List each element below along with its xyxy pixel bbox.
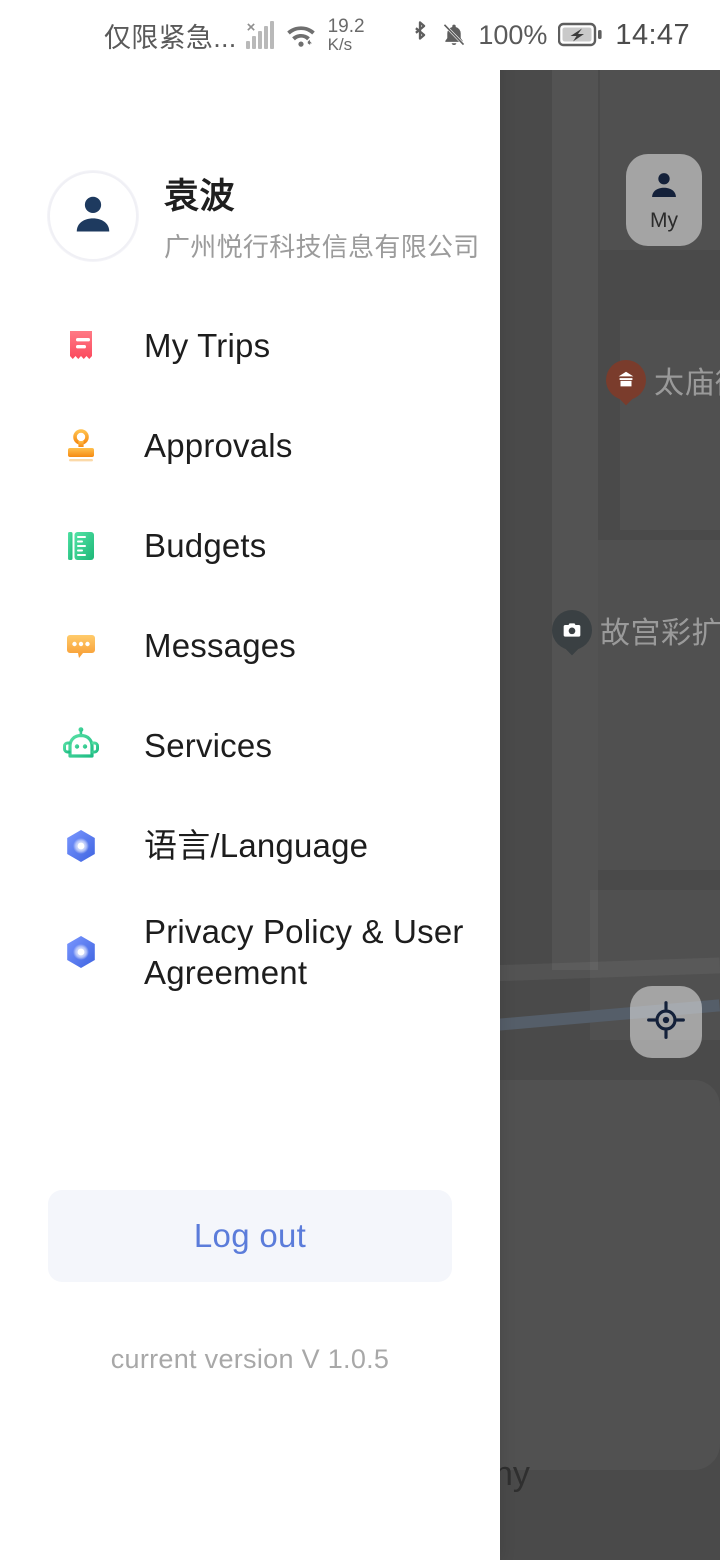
- drawer-menu: My Trips Approvals Budgets Messages Serv…: [0, 296, 500, 1008]
- menu-item-label: My Trips: [144, 327, 271, 365]
- wifi-icon: [285, 22, 317, 48]
- profile-header[interactable]: 袁波 广州悦行科技信息有限公司: [0, 156, 500, 276]
- menu-item-budgets[interactable]: Budgets: [0, 496, 500, 596]
- map-poi-temple[interactable]: 太庙街: [606, 358, 720, 406]
- menu-item-messages[interactable]: Messages: [0, 596, 500, 696]
- map-poi-camera[interactable]: 故宫彩扩部: [552, 608, 720, 656]
- bluetooth-icon: [410, 20, 430, 50]
- temple-pin-icon: [606, 360, 646, 406]
- hexagon-globe-icon: [58, 823, 104, 869]
- map-locate-button[interactable]: [630, 986, 702, 1058]
- crosshair-locate-icon: [646, 1000, 686, 1045]
- camera-pin-icon: [552, 610, 592, 656]
- battery-percent-label: 100%: [478, 19, 548, 50]
- menu-item-approvals[interactable]: Approvals: [0, 396, 500, 496]
- map-road: [552, 70, 598, 970]
- map-my-button-label: My: [650, 208, 678, 232]
- menu-item-label: Services: [144, 727, 273, 765]
- network-speed-unit: K/s: [327, 35, 353, 54]
- signal-bars-no-service-icon: ×: [245, 19, 276, 49]
- profile-company: 广州悦行科技信息有限公司: [164, 232, 480, 262]
- menu-item-label: Budgets: [144, 527, 267, 565]
- navigation-drawer: 袁波 广州悦行科技信息有限公司 My Trips Approvals Budge…: [0, 0, 500, 1560]
- profile-text: 袁波 广州悦行科技信息有限公司: [164, 168, 480, 264]
- stamp-icon: [58, 423, 104, 469]
- hexagon-globe-icon: [58, 929, 104, 975]
- person-icon: [647, 168, 681, 207]
- menu-item-my-trips[interactable]: My Trips: [0, 296, 500, 396]
- map-block: [620, 320, 720, 530]
- phone-screen: 太庙街 故宫彩扩部 My: [0, 0, 720, 1560]
- logout-button[interactable]: Log out: [48, 1190, 452, 1282]
- profile-name: 袁波: [164, 177, 236, 216]
- menu-item-services[interactable]: Services: [0, 696, 500, 796]
- chat-bubble-icon: [58, 623, 104, 669]
- status-bar-right: 100% 14:47: [410, 19, 690, 52]
- person-avatar-icon: [68, 189, 118, 244]
- menu-item-privacy-policy[interactable]: Privacy Policy & User Agreement: [0, 896, 500, 1008]
- network-speed-indicator: 19.2 K/s: [328, 17, 365, 53]
- map-my-button[interactable]: My: [626, 154, 702, 246]
- menu-item-label: Messages: [144, 627, 297, 665]
- network-speed-value: 19.2: [327, 16, 365, 37]
- map-poi-label: 故宫彩扩部: [600, 617, 720, 650]
- ruler-notebook-icon: [58, 523, 104, 569]
- avatar[interactable]: [48, 171, 138, 261]
- clock-label: 14:47: [615, 18, 690, 51]
- menu-item-label: 语言/Language: [144, 827, 369, 865]
- bell-muted-icon: [441, 21, 467, 49]
- app-version-text: current version V 1.0.5: [110, 1344, 390, 1374]
- map-poi-label: 太庙街: [654, 367, 720, 400]
- carrier-label: 仅限紧急...: [104, 22, 237, 53]
- status-bar-left: 仅限紧急... × 19.2 K/s: [104, 16, 365, 55]
- robot-icon: [58, 723, 104, 769]
- menu-item-language[interactable]: 语言/Language: [0, 796, 500, 896]
- menu-item-label: Approvals: [144, 427, 293, 465]
- status-bar: 仅限紧急... × 19.2 K/s 100% 14:47: [0, 0, 720, 70]
- menu-item-label: Privacy Policy & User Agreement: [144, 912, 464, 991]
- battery-charging-icon: [558, 22, 604, 48]
- receipt-icon: [58, 323, 104, 369]
- map-block: [598, 540, 720, 870]
